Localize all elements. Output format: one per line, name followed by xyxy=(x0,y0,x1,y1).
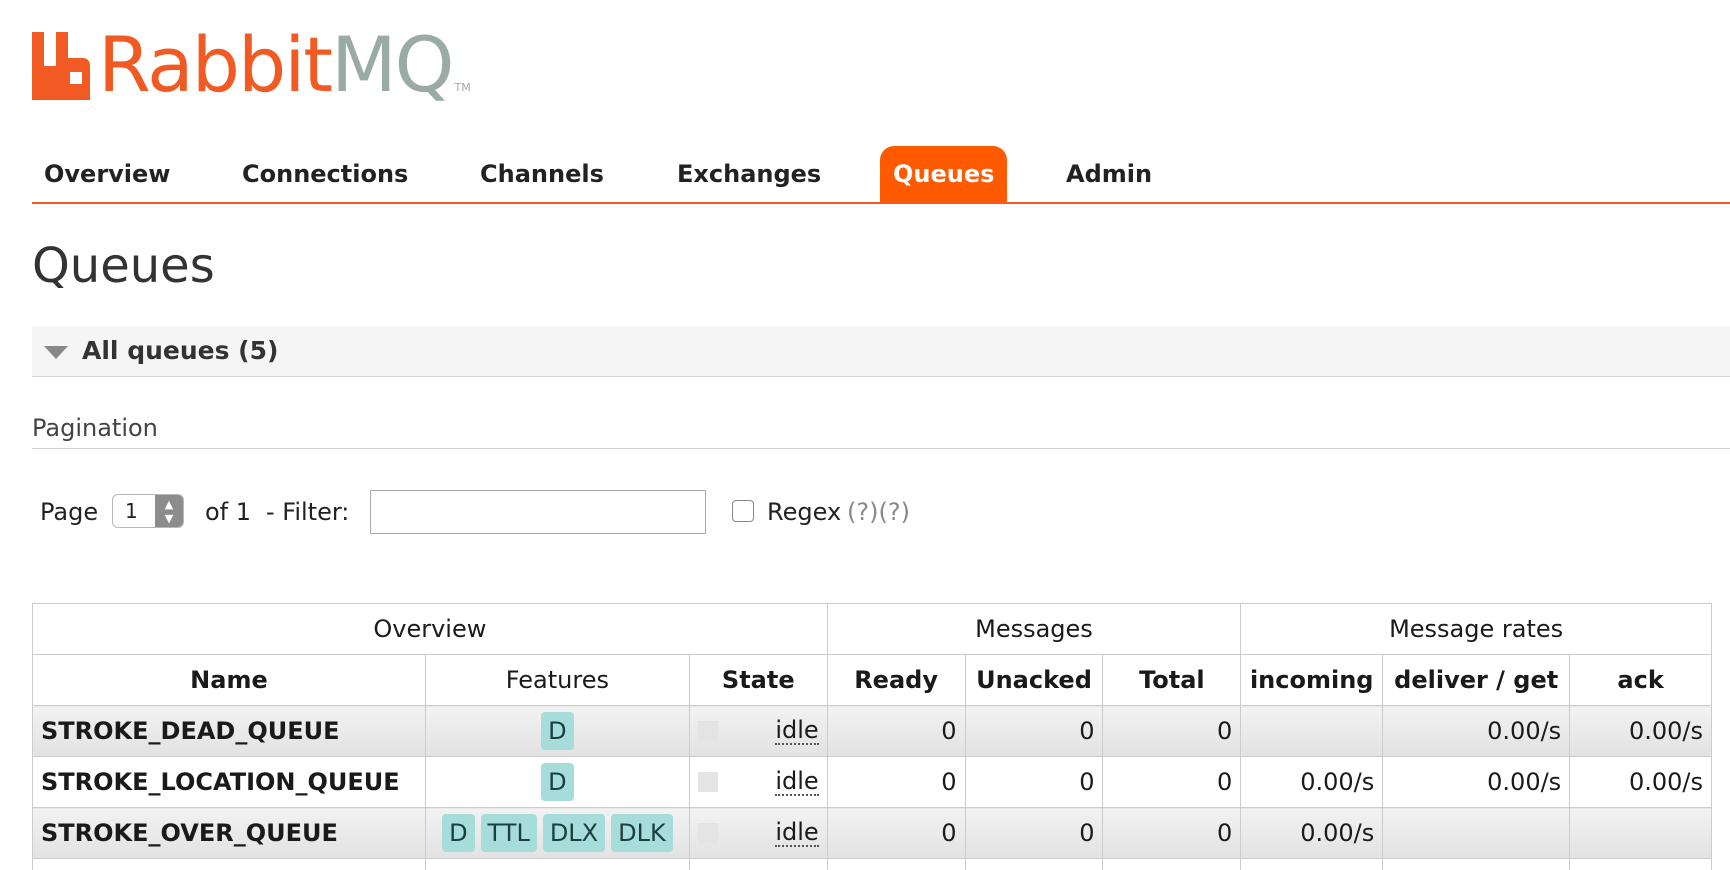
page-title: Queues xyxy=(32,238,215,294)
tab-exchanges[interactable]: Exchanges xyxy=(677,146,821,202)
unacked-cell: 0 xyxy=(964,807,1104,859)
feature-badge: DLX xyxy=(542,814,606,852)
column-header-name[interactable]: Name xyxy=(32,654,426,706)
unacked-cell: 0 xyxy=(964,705,1104,757)
rabbitmq-logo[interactable]: RabbitMQ TM xyxy=(32,20,471,109)
table-row: STROKE_LOCATION_QUEUE D idle 0 0 0 0.00/… xyxy=(32,756,1712,808)
ready-cell: 0 xyxy=(826,756,966,808)
group-header-messages: Messages xyxy=(826,603,1242,655)
total-cell: 0 xyxy=(1102,705,1242,757)
incoming-cell: 0.00/s xyxy=(1240,807,1384,859)
column-header-features: Features xyxy=(424,654,690,706)
queue-name-link[interactable]: STROKE_LOCATION_QUEUE xyxy=(32,756,426,808)
state-cell: idle xyxy=(688,756,828,808)
page-count-label: of 1 xyxy=(205,498,252,526)
all-queues-section-header[interactable]: All queues (5) xyxy=(32,326,1730,377)
tab-overview[interactable]: Overview xyxy=(44,146,170,202)
features-cell: D xyxy=(424,705,690,757)
divider xyxy=(32,448,1730,449)
total-cell: 0 xyxy=(1102,807,1242,859)
page-select[interactable]: 1 ▲ ▼ xyxy=(112,494,184,528)
column-header-deliver-get[interactable]: deliver / get xyxy=(1382,654,1571,706)
feature-badge: D xyxy=(541,763,574,801)
column-header-ready[interactable]: Ready xyxy=(826,654,966,706)
features-cell: D xyxy=(424,756,690,808)
feature-badge: DLK xyxy=(611,814,673,852)
features-cell: D TTL DLX DLK xyxy=(424,807,690,859)
column-header-state[interactable]: State xyxy=(688,654,828,706)
state-cell: idle xyxy=(688,807,828,859)
table-row: STROKE_OVER_QUEUE D TTL DLX DLK idle 0 0 0 … xyxy=(32,807,1712,859)
filter-label: - Filter: xyxy=(266,498,350,526)
state-cell: idle xyxy=(688,705,828,757)
total-cell: 0 xyxy=(1102,756,1242,808)
pagination-heading: Pagination xyxy=(32,414,158,442)
state-indicator xyxy=(697,721,718,741)
column-header-total[interactable]: Total xyxy=(1102,654,1242,706)
regex-help-links[interactable]: (?)(?) xyxy=(847,490,910,534)
ack-cell: 0.00/s xyxy=(1569,705,1712,757)
ack-cell xyxy=(1569,807,1712,859)
regex-label: Regex xyxy=(767,498,842,526)
state-indicator xyxy=(697,772,718,792)
logo-text: RabbitMQ xyxy=(98,20,455,109)
page: RabbitMQ TM Overview Connections Channel… xyxy=(0,0,1730,870)
feature-badge: D xyxy=(541,712,574,750)
queue-name-link[interactable]: STROKE_OVER_QUEUE xyxy=(32,807,426,859)
section-title: All queues (5) xyxy=(82,336,279,365)
tab-queues[interactable]: Queues xyxy=(880,146,1008,202)
queues-table: Overview Messages Message rates Name Fea… xyxy=(32,603,1712,870)
incoming-cell xyxy=(1240,705,1384,757)
deliver-get-cell: 0.00/s xyxy=(1382,756,1571,808)
collapse-triangle-icon[interactable] xyxy=(44,346,68,359)
tab-channels[interactable]: Channels xyxy=(480,146,604,202)
state-text: idle xyxy=(775,767,819,796)
tab-connections[interactable]: Connections xyxy=(242,146,408,202)
table-row xyxy=(32,858,1712,870)
table-row: STROKE_DEAD_QUEUE D idle 0 0 0 0.00/s 0.… xyxy=(32,705,1712,757)
deliver-get-cell xyxy=(1382,807,1571,859)
group-header-overview: Overview xyxy=(32,603,828,655)
state-indicator xyxy=(697,823,718,843)
logo-trademark: TM xyxy=(454,81,471,94)
main-nav: Overview Connections Channels Exchanges … xyxy=(32,146,1730,204)
rabbitmq-logo-icon xyxy=(32,32,90,100)
up-down-arrows-icon: ▲ ▼ xyxy=(155,495,183,527)
group-header-message-rates: Message rates xyxy=(1240,603,1712,655)
regex-checkbox[interactable] xyxy=(732,500,754,522)
unacked-cell: 0 xyxy=(964,756,1104,808)
column-header-ack[interactable]: ack xyxy=(1569,654,1712,706)
state-text: idle xyxy=(775,716,819,745)
ready-cell: 0 xyxy=(826,705,966,757)
ready-cell: 0 xyxy=(826,807,966,859)
feature-badge: TTL xyxy=(480,814,537,852)
queue-name-link[interactable]: STROKE_DEAD_QUEUE xyxy=(32,705,426,757)
ack-cell: 0.00/s xyxy=(1569,756,1712,808)
tab-admin[interactable]: Admin xyxy=(1066,146,1152,202)
incoming-cell: 0.00/s xyxy=(1240,756,1384,808)
deliver-get-cell: 0.00/s xyxy=(1382,705,1571,757)
column-header-incoming[interactable]: incoming xyxy=(1240,654,1384,706)
page-label: Page xyxy=(40,498,99,526)
filter-input[interactable] xyxy=(370,490,706,534)
state-text: idle xyxy=(775,818,819,847)
column-header-unacked[interactable]: Unacked xyxy=(964,654,1104,706)
feature-badge: D xyxy=(442,814,475,852)
page-select-value: 1 xyxy=(125,499,138,523)
